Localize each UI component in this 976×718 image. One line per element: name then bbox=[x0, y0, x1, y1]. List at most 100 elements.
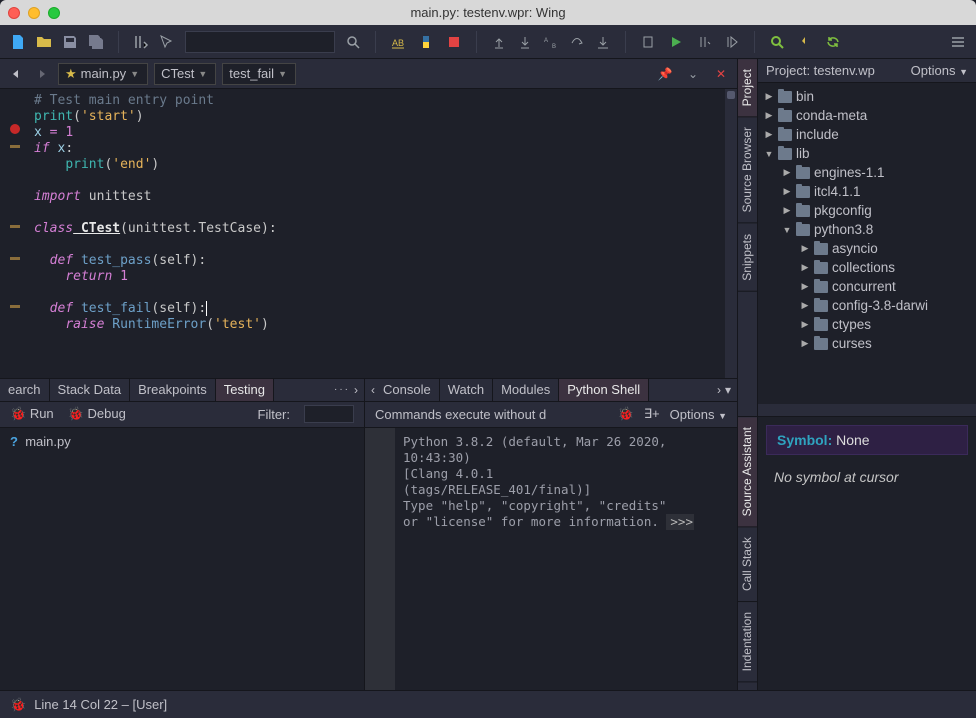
menu-icon[interactable] bbox=[948, 32, 968, 52]
tab-next-icon[interactable]: › bbox=[354, 383, 358, 397]
tree-expand-icon[interactable]: ▶ bbox=[782, 186, 792, 197]
goto-line-icon[interactable] bbox=[131, 32, 151, 52]
tree-expand-icon[interactable]: ▶ bbox=[782, 205, 792, 216]
shell-options-dropdown[interactable]: Options ▼ bbox=[670, 407, 727, 422]
pin-icon[interactable]: 📌 bbox=[655, 64, 675, 84]
new-file-icon[interactable] bbox=[8, 32, 28, 52]
add-to-icon[interactable]: ∃+ bbox=[644, 406, 660, 422]
tree-expand-icon[interactable]: ▶ bbox=[800, 243, 810, 254]
syntax-highlight-icon[interactable]: AB bbox=[388, 32, 408, 52]
status-bug-icon[interactable]: 🐞 bbox=[10, 697, 26, 713]
tab-stack-data[interactable]: Stack Data bbox=[50, 379, 131, 401]
class-dropdown[interactable]: CTest ▼ bbox=[154, 63, 216, 85]
fold-marker[interactable]: ▬ bbox=[10, 220, 20, 231]
tree-item[interactable]: ▶asyncio bbox=[758, 239, 976, 258]
save-all-icon[interactable] bbox=[86, 32, 106, 52]
file-tab-dropdown[interactable]: ★ main.py ▼ bbox=[58, 63, 148, 85]
window-close-button[interactable] bbox=[8, 7, 20, 19]
editor-gutter[interactable]: ▬ ▬ ▬ ▬ bbox=[0, 89, 30, 378]
vtab-call-stack[interactable]: Call Stack bbox=[738, 527, 757, 602]
fold-marker[interactable]: ▬ bbox=[10, 252, 20, 263]
tree-expand-icon[interactable]: ▶ bbox=[800, 281, 810, 292]
sync-icon[interactable] bbox=[823, 32, 843, 52]
document-icon[interactable] bbox=[638, 32, 658, 52]
tree-collapse-icon[interactable]: ▼ bbox=[782, 225, 792, 235]
tab-modules[interactable]: Modules bbox=[493, 379, 559, 401]
nav-back-icon[interactable] bbox=[6, 64, 26, 84]
python-icon[interactable] bbox=[416, 32, 436, 52]
tree-item[interactable]: ▶config-3.8-darwi bbox=[758, 296, 976, 315]
code-editor[interactable]: ▬ ▬ ▬ ▬ # Test main entry point print('s… bbox=[0, 89, 737, 378]
nav-forward-icon[interactable] bbox=[32, 64, 52, 84]
tree-hscrollbar[interactable] bbox=[758, 404, 976, 416]
find-icon[interactable] bbox=[767, 32, 787, 52]
test-file-item[interactable]: ? main.py bbox=[10, 434, 354, 449]
step-over-icon[interactable] bbox=[567, 32, 587, 52]
replace-icon[interactable]: AB bbox=[541, 32, 561, 52]
download-icon[interactable] bbox=[795, 32, 815, 52]
tree-expand-icon[interactable]: ▶ bbox=[800, 319, 810, 330]
select-icon[interactable] bbox=[157, 32, 177, 52]
tab-testing[interactable]: Testing bbox=[216, 379, 274, 401]
window-zoom-button[interactable] bbox=[48, 7, 60, 19]
tab-watch[interactable]: Watch bbox=[440, 379, 493, 401]
tree-item[interactable]: ▶bin bbox=[758, 87, 976, 106]
tree-item[interactable]: ▶ctypes bbox=[758, 315, 976, 334]
search-icon[interactable] bbox=[343, 32, 363, 52]
tree-expand-icon[interactable]: ▶ bbox=[800, 300, 810, 311]
editor-scrollbar[interactable] bbox=[725, 89, 737, 378]
vtab-project[interactable]: Project bbox=[738, 59, 757, 117]
tab-breakpoints[interactable]: Breakpoints bbox=[130, 379, 216, 401]
tree-item[interactable]: ▶pkgconfig bbox=[758, 201, 976, 220]
tree-item[interactable]: ▼lib bbox=[758, 144, 976, 163]
tab-overflow-icon[interactable]: ··· bbox=[334, 384, 350, 395]
filter-input[interactable] bbox=[304, 405, 354, 423]
tab-search[interactable]: earch bbox=[0, 379, 50, 401]
chevron-down-icon[interactable]: ⌄ bbox=[683, 64, 703, 84]
fold-marker[interactable]: ▬ bbox=[10, 140, 20, 151]
tree-item[interactable]: ▶conda-meta bbox=[758, 106, 976, 125]
tree-item[interactable]: ▶curses bbox=[758, 334, 976, 353]
tree-expand-icon[interactable]: ▶ bbox=[800, 262, 810, 273]
window-minimize-button[interactable] bbox=[28, 7, 40, 19]
tree-expand-icon[interactable]: ▶ bbox=[764, 91, 774, 102]
tree-item[interactable]: ▶include bbox=[758, 125, 976, 144]
panel-menu-icon[interactable]: ▾ bbox=[725, 383, 731, 397]
tree-collapse-icon[interactable]: ▼ bbox=[764, 149, 774, 159]
debug-tests-button[interactable]: 🐞 Debug bbox=[68, 406, 126, 422]
fold-marker[interactable]: ▬ bbox=[10, 300, 20, 311]
tree-item[interactable]: ▶engines-1.1 bbox=[758, 163, 976, 182]
tree-expand-icon[interactable]: ▶ bbox=[764, 129, 774, 140]
tab-next-icon[interactable]: › bbox=[717, 383, 721, 397]
run-icon[interactable] bbox=[666, 32, 686, 52]
vtab-indentation[interactable]: Indentation bbox=[738, 602, 757, 682]
pause-debug-icon[interactable] bbox=[694, 32, 714, 52]
export-icon[interactable] bbox=[593, 32, 613, 52]
tree-expand-icon[interactable]: ▶ bbox=[800, 338, 810, 349]
continue-icon[interactable] bbox=[722, 32, 742, 52]
vtab-source-browser[interactable]: Source Browser bbox=[738, 117, 757, 223]
vtab-snippets[interactable]: Snippets bbox=[738, 224, 757, 292]
close-tab-icon[interactable]: ✕ bbox=[711, 64, 731, 84]
open-folder-icon[interactable] bbox=[34, 32, 54, 52]
vtab-source-assistant[interactable]: Source Assistant bbox=[738, 417, 757, 527]
breakpoint-marker[interactable] bbox=[10, 124, 20, 134]
project-tree[interactable]: ▶bin▶conda-meta▶include▼lib▶engines-1.1▶… bbox=[758, 83, 976, 404]
run-tests-button[interactable]: 🐞 Run bbox=[10, 406, 54, 422]
tree-expand-icon[interactable]: ▶ bbox=[782, 167, 792, 178]
save-icon[interactable] bbox=[60, 32, 80, 52]
bug-icon[interactable]: 🐞 bbox=[618, 406, 634, 422]
tab-console[interactable]: Console bbox=[375, 379, 440, 401]
step-into-icon[interactable] bbox=[515, 32, 535, 52]
method-dropdown[interactable]: test_fail ▼ bbox=[222, 63, 296, 85]
search-input[interactable] bbox=[185, 31, 335, 53]
project-options-dropdown[interactable]: Options ▼ bbox=[911, 63, 968, 78]
step-out-icon[interactable] bbox=[489, 32, 509, 52]
stop-icon[interactable] bbox=[444, 32, 464, 52]
code-text[interactable]: # Test main entry point print('start') x… bbox=[30, 89, 725, 378]
tree-item[interactable]: ▶concurrent bbox=[758, 277, 976, 296]
tab-python-shell[interactable]: Python Shell bbox=[559, 379, 649, 401]
tree-item[interactable]: ▶collections bbox=[758, 258, 976, 277]
tree-item[interactable]: ▼python3.8 bbox=[758, 220, 976, 239]
tree-expand-icon[interactable]: ▶ bbox=[764, 110, 774, 121]
